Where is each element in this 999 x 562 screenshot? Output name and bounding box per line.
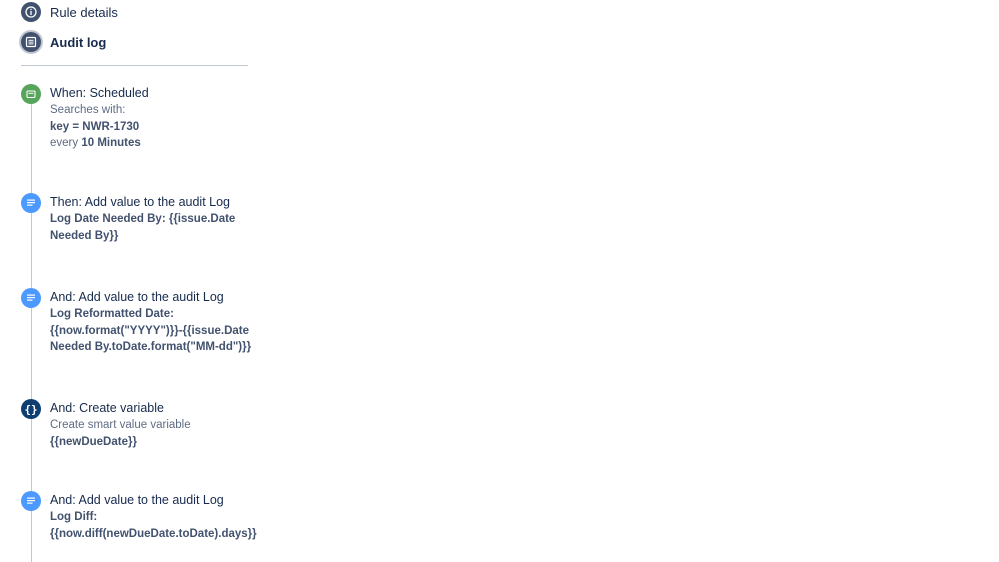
step-detail-line: Needed By.toDate.format("MM-dd")}} bbox=[50, 341, 252, 353]
step-detail-line: Needed By}} bbox=[50, 229, 119, 242]
step-title: And: Add value to the audit Log bbox=[50, 493, 224, 507]
step-title: Then: Add value to the audit Log bbox=[50, 195, 230, 209]
step-detail-line: Log Reformatted Date: bbox=[50, 308, 174, 320]
step-variable-name: {{newDueDate}} bbox=[50, 435, 137, 448]
step-query: key = NWR-1730 bbox=[50, 120, 140, 133]
step-every-label: every bbox=[50, 137, 79, 149]
log-icon bbox=[21, 288, 41, 308]
nav-label-rule-details: Rule details bbox=[50, 4, 118, 20]
clock-icon bbox=[21, 84, 41, 104]
svg-text:{}: {} bbox=[24, 403, 37, 416]
step-detail-line: Log Diff: bbox=[50, 511, 98, 523]
step-detail-line: Log Date Needed By: {{issue.Date bbox=[50, 213, 236, 225]
variable-icon: {} bbox=[21, 399, 41, 419]
step-searches-label: Searches with: bbox=[50, 104, 126, 116]
step-desc: Create smart value variable bbox=[50, 419, 191, 431]
nav-rule-details[interactable]: Rule details bbox=[21, 2, 118, 22]
nav-label-audit-log: Audit log bbox=[50, 34, 107, 50]
step-title: And: Create variable bbox=[50, 401, 164, 415]
step-title: When: Scheduled bbox=[50, 86, 149, 100]
log-icon bbox=[21, 193, 41, 213]
nav-audit-log[interactable]: Audit log bbox=[21, 32, 106, 52]
info-icon bbox=[21, 2, 41, 22]
step-interval: 10 Minutes bbox=[81, 137, 141, 149]
step-title: And: Add value to the audit Log bbox=[50, 290, 224, 304]
divider bbox=[21, 65, 248, 66]
step-detail-line: {{now.format("YYYY")}}-{{issue.Date bbox=[50, 324, 249, 337]
log-icon bbox=[21, 491, 41, 511]
list-icon bbox=[21, 32, 41, 52]
step-detail-line: {{now.diff(newDueDate.toDate).days}} bbox=[50, 527, 257, 540]
